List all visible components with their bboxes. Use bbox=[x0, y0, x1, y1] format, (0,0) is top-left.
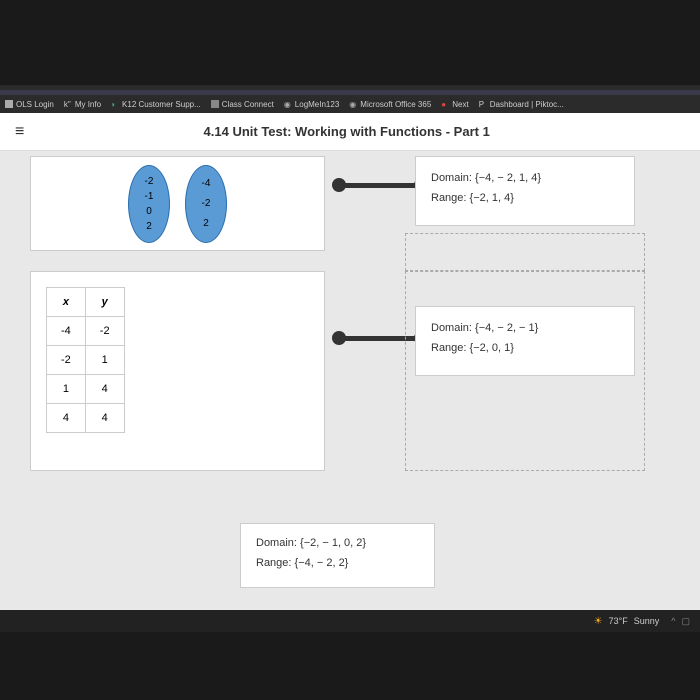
bookmark-office365[interactable]: ◉ Microsoft Office 365 bbox=[349, 100, 431, 109]
range-text: Range: {−4, − 2, 2} bbox=[256, 554, 419, 574]
main-content: -2 -1 0 2 -4 -2 2 x y bbox=[0, 151, 700, 610]
table-cell: -4 bbox=[47, 317, 86, 346]
notification-icon[interactable]: ▢ bbox=[681, 616, 690, 627]
range-oval: -4 -2 2 bbox=[185, 165, 227, 243]
sun-icon: ☀ bbox=[594, 616, 603, 627]
range-value: -2 bbox=[202, 198, 211, 209]
domain-value: -1 bbox=[145, 191, 154, 202]
mapping-diagram: -2 -1 0 2 -4 -2 2 bbox=[128, 165, 227, 243]
domain-text: Domain: {−4, − 2, 1, 4} bbox=[431, 169, 619, 189]
mapping-diagram-box[interactable]: -2 -1 0 2 -4 -2 2 bbox=[30, 156, 325, 251]
table-header-y: y bbox=[85, 288, 124, 317]
taskbar: ☀ 73°F Sunny ^ ▢ bbox=[0, 610, 700, 632]
square-icon bbox=[5, 100, 13, 108]
domain-value: 2 bbox=[146, 221, 152, 232]
bookmark-label: K12 Customer Supp... bbox=[122, 100, 201, 109]
header-bar: ≡ 4.14 Unit Test: Working with Functions… bbox=[0, 113, 700, 151]
range-text: Range: {−2, 1, 4} bbox=[431, 189, 619, 209]
square-icon bbox=[211, 100, 219, 108]
slider-1[interactable] bbox=[335, 183, 425, 188]
bookmark-logmein[interactable]: ◉ LogMeIn123 bbox=[284, 100, 339, 109]
answer-card-bottom[interactable]: Domain: {−2, − 1, 0, 2} Range: {−4, − 2,… bbox=[240, 523, 435, 588]
table-row: 1 4 bbox=[47, 375, 125, 404]
slider-thumb[interactable] bbox=[332, 178, 346, 192]
domain-value: 0 bbox=[146, 206, 152, 217]
table-cell: 1 bbox=[85, 346, 124, 375]
table-cell: -2 bbox=[85, 317, 124, 346]
content-area: ≡ 4.14 Unit Test: Working with Functions… bbox=[0, 113, 700, 610]
bookmark-label: Class Connect bbox=[222, 100, 274, 109]
bookmark-label: Microsoft Office 365 bbox=[360, 100, 431, 109]
weather-condition[interactable]: Sunny bbox=[634, 616, 660, 626]
globe-icon: ◉ bbox=[349, 100, 357, 108]
chevron-up-icon[interactable]: ^ bbox=[671, 616, 675, 626]
table-row: -4 -2 bbox=[47, 317, 125, 346]
domain-value: -2 bbox=[145, 176, 154, 187]
bookmark-my-info[interactable]: k" My Info bbox=[64, 100, 101, 109]
slider-thumb[interactable] bbox=[332, 331, 346, 345]
bookmark-ols-login[interactable]: OLS Login bbox=[5, 100, 54, 109]
xy-table: x y -4 -2 -2 1 1 4 bbox=[46, 287, 125, 433]
bookmark-label: Dashboard | Piktoc... bbox=[490, 100, 564, 109]
bookmark-label: OLS Login bbox=[16, 100, 54, 109]
table-cell: 1 bbox=[47, 375, 86, 404]
p-icon: P bbox=[479, 100, 487, 108]
circle-icon: ● bbox=[441, 100, 449, 108]
browser-window: OLS Login k" My Info ◗ K12 Customer Supp… bbox=[0, 85, 700, 610]
range-value: 2 bbox=[203, 218, 209, 229]
table-cell: 4 bbox=[47, 404, 86, 433]
bookmark-next[interactable]: ● Next bbox=[441, 100, 468, 109]
bookmark-piktochart[interactable]: P Dashboard | Piktoc... bbox=[479, 100, 564, 109]
k-icon: k" bbox=[64, 100, 72, 108]
table-header-x: x bbox=[47, 288, 86, 317]
range-text: Range: {−2, 0, 1} bbox=[431, 339, 619, 359]
answer-card-top[interactable]: Domain: {−4, − 2, 1, 4} Range: {−2, 1, 4… bbox=[415, 156, 635, 226]
hamburger-icon[interactable]: ≡ bbox=[15, 123, 24, 141]
table-row: 4 4 bbox=[47, 404, 125, 433]
domain-text: Domain: {−2, − 1, 0, 2} bbox=[256, 534, 419, 554]
bookmark-label: My Info bbox=[75, 100, 101, 109]
bookmark-label: Next bbox=[452, 100, 468, 109]
page-title: 4.14 Unit Test: Working with Functions -… bbox=[44, 124, 649, 139]
range-value: -4 bbox=[202, 178, 211, 189]
globe-icon: ◉ bbox=[284, 100, 292, 108]
table-cell: -2 bbox=[47, 346, 86, 375]
bookmark-label: LogMeIn123 bbox=[295, 100, 339, 109]
bookmark-class-connect[interactable]: Class Connect bbox=[211, 100, 274, 109]
table-row: -2 1 bbox=[47, 346, 125, 375]
bookmark-k12-support[interactable]: ◗ K12 Customer Supp... bbox=[111, 100, 201, 109]
answer-card-mid[interactable]: Domain: {−4, − 2, − 1} Range: {−2, 0, 1} bbox=[415, 306, 635, 376]
table-cell: 4 bbox=[85, 404, 124, 433]
drop-zone-top[interactable] bbox=[405, 233, 645, 271]
domain-oval: -2 -1 0 2 bbox=[128, 165, 170, 243]
xy-table-box[interactable]: x y -4 -2 -2 1 1 4 bbox=[30, 271, 325, 471]
domain-text: Domain: {−4, − 2, − 1} bbox=[431, 319, 619, 339]
bookmarks-bar: OLS Login k" My Info ◗ K12 Customer Supp… bbox=[0, 95, 700, 113]
tag-icon: ◗ bbox=[111, 100, 119, 108]
table-cell: 4 bbox=[85, 375, 124, 404]
weather-temp[interactable]: 73°F bbox=[609, 616, 628, 626]
